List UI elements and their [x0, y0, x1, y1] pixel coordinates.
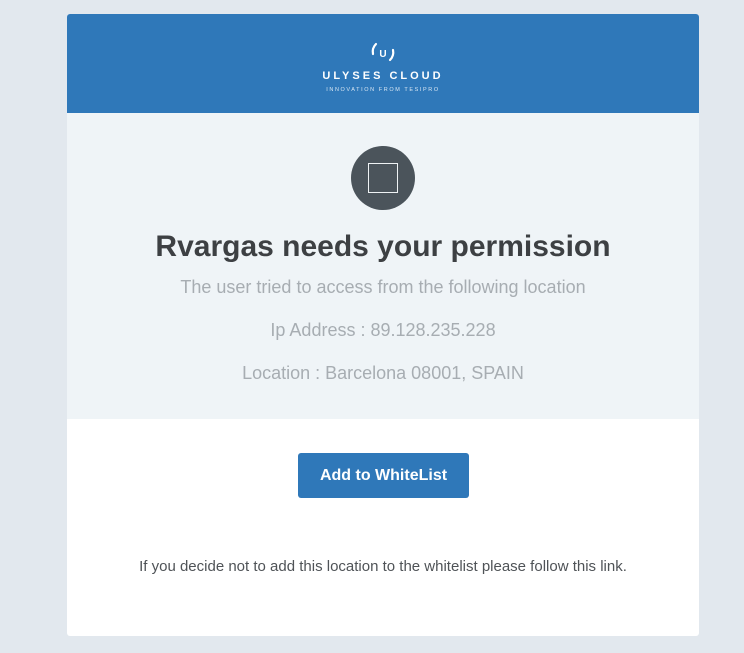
brand-header: U ULYSES CLOUD INNOVATION FROM TESIPRO	[67, 14, 699, 113]
ip-address: Ip Address : 89.128.235.228	[270, 320, 496, 340]
decline-link-note[interactable]: If you decide not to add this location t…	[67, 558, 699, 575]
logo-letter: U	[379, 49, 386, 60]
location: Location : Barcelona 08001, SPAIN	[242, 363, 524, 383]
add-to-whitelist-button[interactable]: Add to WhiteList	[298, 453, 469, 498]
page-title: Rvargas needs your permission	[155, 230, 611, 263]
square-icon	[368, 163, 398, 193]
brand-name: ULYSES CLOUD	[322, 70, 444, 82]
ulyses-logo-icon: U	[371, 42, 395, 62]
avatar	[351, 146, 415, 210]
access-info-section: Rvargas needs your permission The user t…	[67, 113, 699, 419]
actions-section: Add to WhiteList If you decide not to ad…	[67, 419, 699, 636]
permission-email-card: U ULYSES CLOUD INNOVATION FROM TESIPRO R…	[67, 14, 699, 636]
access-subtitle: The user tried to access from the follow…	[180, 277, 586, 297]
brand-tagline: INNOVATION FROM TESIPRO	[326, 87, 440, 93]
